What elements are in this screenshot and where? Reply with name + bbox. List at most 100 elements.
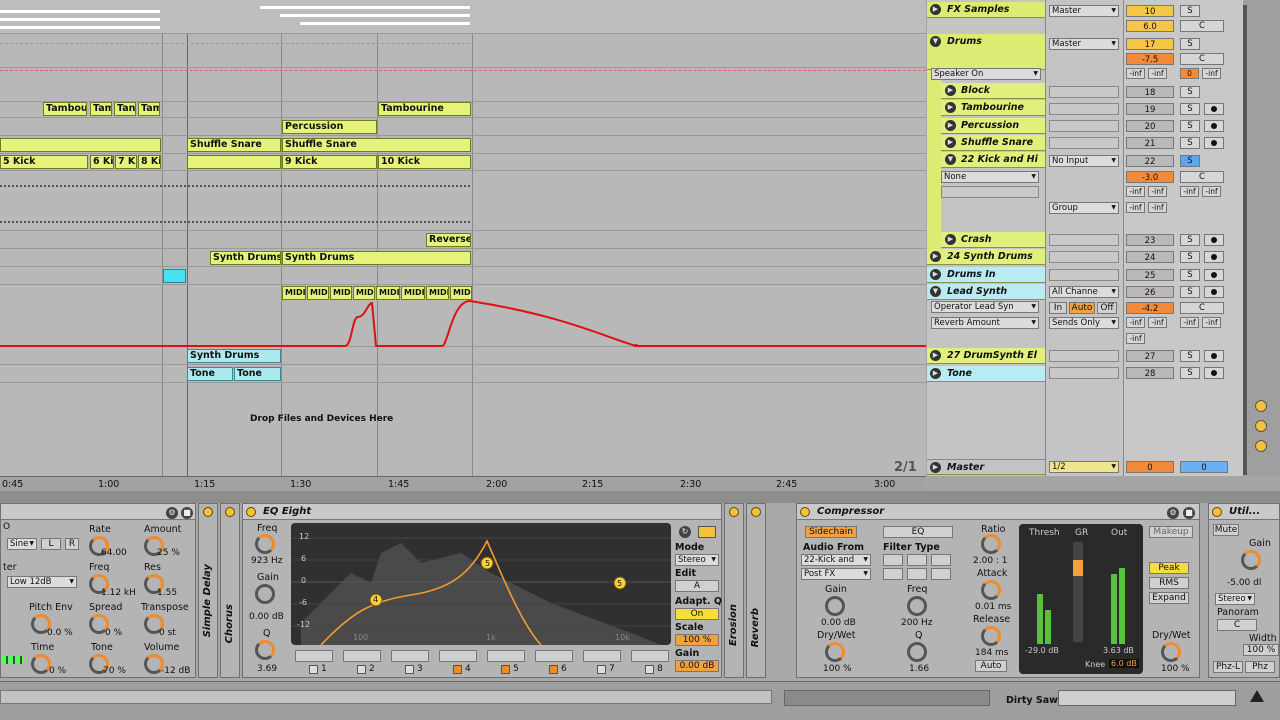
solo-button[interactable]: S bbox=[1180, 350, 1200, 362]
solo-button[interactable]: S bbox=[1180, 269, 1200, 281]
master-output-dropdown[interactable]: 1/2 bbox=[1049, 461, 1119, 473]
band-filter-button[interactable] bbox=[295, 650, 333, 662]
midi-channel-dropdown[interactable]: All Channe bbox=[1049, 286, 1119, 298]
rms-button[interactable]: RMS bbox=[1149, 577, 1189, 589]
clip[interactable]: 5 Kick bbox=[0, 155, 88, 169]
makeup-button[interactable]: Makeup bbox=[1149, 526, 1193, 538]
spectrum-icon[interactable] bbox=[698, 526, 716, 538]
record-arm-button[interactable] bbox=[1204, 103, 1224, 115]
power-icon[interactable] bbox=[225, 507, 235, 517]
lane-fx-samples[interactable] bbox=[0, 0, 926, 34]
monitor-auto-button[interactable]: Auto bbox=[1069, 302, 1095, 314]
clip[interactable]: 6 Kic bbox=[90, 155, 114, 169]
track-drums[interactable]: ▼ Drums bbox=[927, 34, 1045, 70]
track-number[interactable]: 20 bbox=[1126, 120, 1174, 132]
lane-tambourine[interactable]: Tambour Tam Tan Tam Tambourine bbox=[0, 100, 926, 118]
io-toggle-icon[interactable] bbox=[1255, 420, 1267, 432]
track-master[interactable]: ▶ Master bbox=[927, 459, 1045, 475]
post-fx-dropdown[interactable]: Post FX bbox=[801, 568, 871, 580]
l-button[interactable]: L bbox=[41, 538, 61, 550]
settings-icon[interactable]: ⚙ bbox=[166, 507, 178, 519]
stereo-dropdown[interactable]: Stereo bbox=[1215, 593, 1255, 605]
track-number[interactable]: 26 bbox=[1126, 286, 1174, 298]
lane-shuffle-snare[interactable]: Shuffle Snare Shuffle Snare bbox=[0, 136, 926, 154]
clip[interactable]: Synth Drums bbox=[282, 251, 471, 265]
scale-field[interactable]: 100 % bbox=[675, 634, 719, 646]
track-number[interactable]: 10 bbox=[1126, 5, 1174, 17]
solo-button[interactable]: S bbox=[1180, 5, 1200, 17]
clip[interactable]: Shuffle Snare bbox=[282, 138, 471, 152]
track-percussion[interactable]: ▶ Percussion bbox=[941, 118, 1045, 134]
sc-freq-knob[interactable] bbox=[907, 596, 927, 616]
clip-overview[interactable] bbox=[1058, 690, 1236, 706]
power-icon[interactable] bbox=[246, 507, 256, 517]
settings-icon[interactable]: ⚙ bbox=[1167, 507, 1179, 519]
clip[interactable]: Tambour bbox=[43, 102, 87, 116]
eq-display[interactable] bbox=[291, 523, 671, 645]
lane-drumsynth[interactable]: Synth Drums bbox=[0, 347, 926, 365]
track-number[interactable]: 27 bbox=[1126, 350, 1174, 362]
monitor-off-button[interactable]: Off bbox=[1097, 302, 1117, 314]
solo-button[interactable]: S bbox=[1180, 155, 1200, 167]
pan-field[interactable]: C bbox=[1180, 20, 1224, 32]
band-filter-button[interactable] bbox=[487, 650, 525, 662]
input-type-dropdown[interactable]: None bbox=[941, 171, 1039, 183]
compressor-meters[interactable]: Thresh GR Out -29.0 dB 3.63 dB Knee 6.0 … bbox=[1019, 524, 1143, 674]
filter-type-button[interactable] bbox=[907, 568, 927, 580]
sidechain-toggle[interactable]: Sidechain bbox=[805, 526, 857, 538]
save-icon[interactable]: ■ bbox=[181, 507, 193, 519]
ratio-knob[interactable] bbox=[981, 534, 1001, 554]
attack-knob[interactable] bbox=[981, 580, 1001, 600]
output-dropdown[interactable]: Master bbox=[1049, 38, 1119, 50]
volume-field[interactable]: -3.0 bbox=[1126, 171, 1174, 183]
output-dropdown[interactable]: Sends Only bbox=[1049, 317, 1119, 329]
speaker-dropdown[interactable]: Speaker On bbox=[931, 68, 1041, 80]
solo-button[interactable]: S bbox=[1180, 120, 1200, 132]
track-crash[interactable]: ▶ Crash bbox=[941, 232, 1045, 248]
filter-type-button[interactable] bbox=[883, 568, 903, 580]
lane-percussion[interactable]: Percussion bbox=[0, 118, 926, 136]
lane-kick-hi[interactable] bbox=[0, 171, 926, 231]
width-field[interactable]: 100 % bbox=[1243, 644, 1279, 656]
power-icon[interactable] bbox=[800, 507, 810, 517]
time-ruler[interactable]: 0:45 1:00 1:15 1:30 1:45 2:00 2:15 2:30 … bbox=[0, 476, 926, 491]
track-drums-in[interactable]: ▶ Drums In bbox=[927, 267, 1045, 283]
eq-gain-knob[interactable] bbox=[255, 584, 275, 604]
clip[interactable]: Tone bbox=[234, 367, 281, 381]
sc-drywet-knob[interactable] bbox=[825, 642, 845, 662]
expand-button[interactable]: Expand bbox=[1149, 592, 1189, 604]
filter-type-button[interactable] bbox=[931, 554, 951, 566]
clip[interactable]: Tambourine bbox=[378, 102, 471, 116]
lane-drums[interactable] bbox=[0, 34, 926, 71]
lane-crash[interactable]: Reverse C bbox=[0, 231, 926, 249]
drywet-knob[interactable] bbox=[1161, 642, 1181, 662]
track-number[interactable]: 28 bbox=[1126, 367, 1174, 379]
lane-block[interactable] bbox=[0, 68, 926, 102]
eq-q-knob[interactable] bbox=[255, 640, 275, 660]
lane-drums-in[interactable] bbox=[0, 267, 926, 285]
filter-type-button[interactable] bbox=[883, 554, 903, 566]
record-arm-button[interactable] bbox=[1204, 350, 1224, 362]
track-number[interactable]: 21 bbox=[1126, 137, 1174, 149]
power-icon[interactable] bbox=[729, 507, 739, 517]
clip[interactable]: Shuffle Snare bbox=[187, 138, 281, 152]
pan-field[interactable]: C bbox=[1180, 171, 1224, 183]
track-tambourine[interactable]: ▶ Tambourine bbox=[941, 100, 1045, 116]
band-filter-button[interactable] bbox=[343, 650, 381, 662]
eq-freq-knob[interactable] bbox=[255, 534, 275, 554]
track-number[interactable]: 19 bbox=[1126, 103, 1174, 115]
auto-release-button[interactable]: Auto bbox=[975, 660, 1007, 672]
band-filter-button[interactable] bbox=[583, 650, 621, 662]
clip[interactable]: Reverse C bbox=[426, 233, 471, 247]
output-gain-field[interactable]: 0.00 dB bbox=[675, 660, 719, 672]
status-text-field[interactable] bbox=[0, 690, 772, 704]
lane-synth-drums[interactable]: Synth Drums Synth Drums bbox=[0, 249, 926, 267]
clip[interactable]: Synth Drums bbox=[210, 251, 281, 265]
volume-field[interactable]: 6.0 bbox=[1126, 20, 1174, 32]
track-lead-synth[interactable]: ▼ Lead Synth bbox=[927, 284, 1045, 300]
device-chorus[interactable]: Chorus bbox=[220, 503, 240, 678]
track-number[interactable]: 22 bbox=[1126, 155, 1174, 167]
clip[interactable]: Synth Drums bbox=[187, 349, 281, 363]
sends-toggle-icon[interactable] bbox=[1255, 440, 1267, 452]
solo-button[interactable]: S bbox=[1180, 137, 1200, 149]
